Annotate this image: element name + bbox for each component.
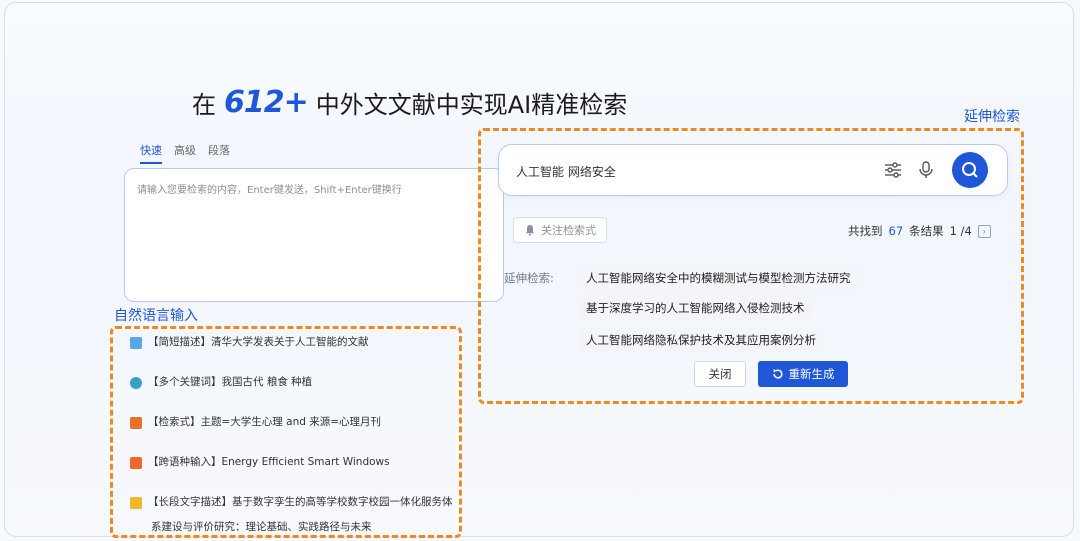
search-icon [962, 162, 978, 178]
page-indicator: 1 /4 [949, 224, 972, 238]
regenerate-button[interactable]: 重新生成 [758, 361, 848, 387]
close-button-label: 关闭 [708, 367, 732, 381]
annotation-extend-search: 延伸检索 [964, 109, 1020, 125]
hero-title: 在 612+ 中外文文献中实现AI精准检索 [192, 82, 627, 122]
tab-advanced[interactable]: 高级 [174, 142, 196, 164]
result-count-prefix: 共找到 [848, 224, 883, 238]
book-icon [130, 337, 142, 349]
filter-icon[interactable] [883, 160, 903, 180]
example-text: 【跨语种输入】Energy Efficient Smart Windows [148, 456, 390, 468]
title-suffix: 中外文文献中实现AI精准检索 [315, 90, 628, 119]
extended-search-item[interactable]: 人工智能网络安全中的模糊测试与模型检测方法研究 [578, 266, 859, 290]
search-input-value[interactable]: 人工智能 网络安全 [516, 163, 616, 180]
follow-search-label: 关注检索式 [541, 224, 596, 237]
formula-icon [130, 417, 142, 429]
tab-quick[interactable]: 快速 [140, 142, 162, 164]
search-mode-tabs: 快速 高级 段落 [140, 142, 230, 164]
query-placeholder: 请输入您要检索的内容，Enter键发送，Shift+Enter键换行 [137, 185, 402, 196]
result-count-number: 67 [888, 224, 904, 238]
search-button[interactable] [952, 152, 988, 188]
annotation-natural-language: 自然语言输入 [114, 308, 198, 324]
example-list: 【简短描述】清华大学发表关于人工智能的文献 【多个关键词】我国古代 粮食 种植 … [130, 336, 460, 536]
refresh-icon [772, 369, 783, 379]
example-text: 【检索式】主题=大学生心理 and 来源=心理月刊 [148, 416, 382, 428]
extended-search-label: 延伸检索: [504, 271, 554, 285]
query-textarea[interactable]: 请输入您要检索的内容，Enter键发送，Shift+Enter键换行 [124, 168, 504, 302]
regenerate-button-label: 重新生成 [788, 367, 835, 381]
close-button[interactable]: 关闭 [694, 361, 746, 387]
title-prefix: 在 [192, 90, 216, 119]
translate-icon [130, 457, 142, 469]
result-count-suffix: 条结果 [909, 224, 944, 238]
document-icon [130, 497, 142, 509]
example-text: 【简短描述】清华大学发表关于人工智能的文献 [148, 336, 369, 348]
example-text: 【多个关键词】我国古代 粮食 种植 [148, 376, 313, 388]
brand-logo: 612+ [224, 84, 309, 120]
result-count: 共找到 67 条结果 1 /4 › [848, 223, 991, 239]
microphone-icon[interactable] [917, 160, 935, 180]
next-page-icon[interactable]: › [977, 224, 991, 238]
example-text-continuation: 系建设与评价研究：理论基础、实践路径与未来 [151, 521, 372, 533]
search-bar[interactable]: 人工智能 网络安全 [498, 144, 1008, 196]
extended-search-item[interactable]: 基于深度学习的人工智能网络入侵检测技术 [578, 296, 813, 320]
example-text: 【长段文字描述】基于数字孪生的高等学校数字校园一体化服务体 [148, 496, 453, 508]
globe-icon [130, 377, 142, 389]
tab-paragraph[interactable]: 段落 [208, 142, 230, 164]
extended-search-item[interactable]: 人工智能网络隐私保护技术及其应用案例分析 [578, 328, 824, 352]
bell-icon [525, 225, 535, 236]
follow-search-button[interactable]: 关注检索式 [513, 217, 607, 243]
